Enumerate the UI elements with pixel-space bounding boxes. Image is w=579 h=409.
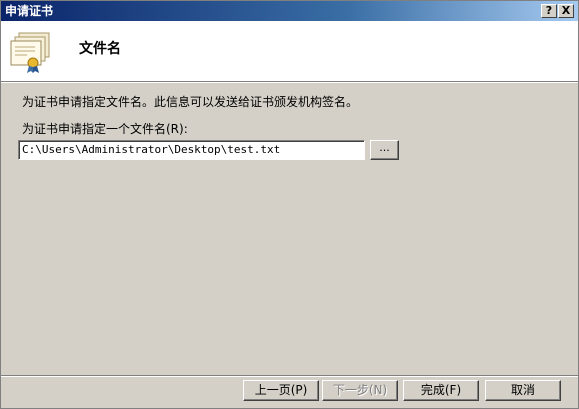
footer-divider <box>1 375 578 377</box>
header-divider <box>1 81 578 83</box>
filename-label: 为证书申请指定一个文件名(R): <box>22 122 188 136</box>
back-button[interactable]: 上一页(P) <box>243 380 319 401</box>
finish-button[interactable]: 完成(F) <box>403 380 479 401</box>
window-title: 申请证书 <box>5 4 54 18</box>
next-button[interactable]: 下一步(N) <box>322 380 398 401</box>
certificate-icon <box>10 32 50 73</box>
browse-button[interactable]: ... <box>370 140 399 160</box>
cancel-button[interactable]: 取消 <box>485 380 561 401</box>
page-title: 文件名 <box>79 41 121 57</box>
wizard-header: 文件名 <box>1 21 578 81</box>
description-text: 为证书申请指定文件名。此信息可以发送给证书颁发机构签名。 <box>22 95 359 109</box>
close-button[interactable]: X <box>558 4 574 18</box>
help-button[interactable]: ? <box>541 4 557 18</box>
filename-input[interactable]: C:\Users\Administrator\Desktop\test.txt <box>18 140 365 160</box>
title-bar[interactable]: 申请证书 ? X <box>1 1 578 21</box>
request-certificate-dialog: 申请证书 ? X 文件名 为证书申请指定文件名。此信息可以发送给证书颁发机构签名… <box>0 0 579 409</box>
